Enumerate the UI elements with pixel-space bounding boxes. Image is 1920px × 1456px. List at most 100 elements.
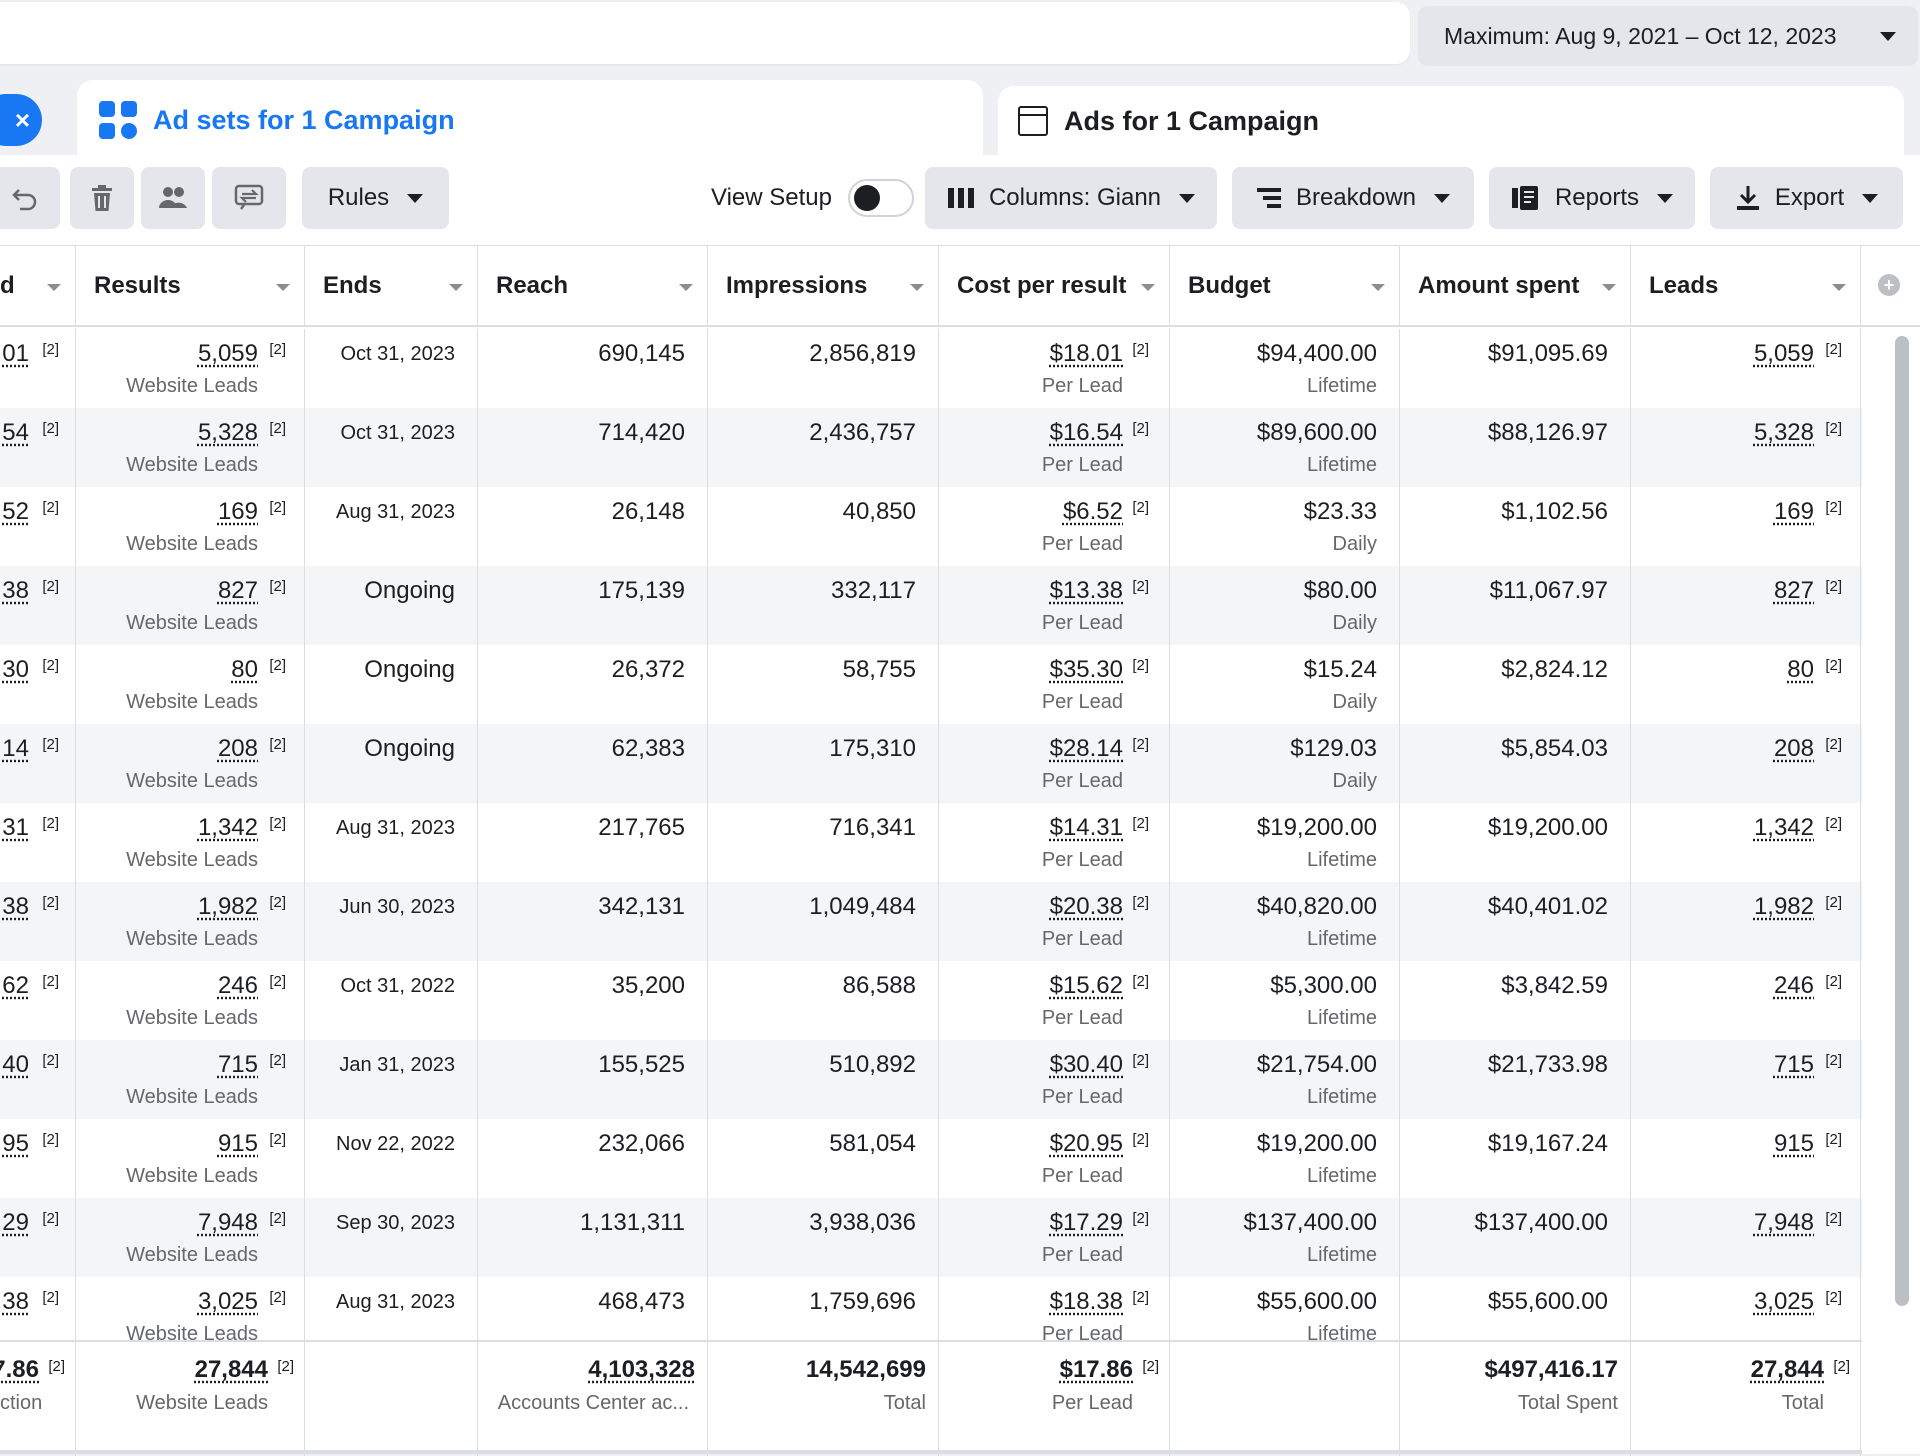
footnote-marker[interactable]: [2] [1132, 420, 1149, 437]
total-leads[interactable]: 27,844 [1751, 1356, 1824, 1384]
footnote-marker[interactable]: [2] [42, 341, 59, 358]
footnote-marker[interactable]: [2] [42, 815, 59, 832]
table-row[interactable]: 14 [2] 208 [2] Website Leads Ongoing 62,383 175… [0, 724, 1862, 803]
leads-value[interactable]: 915 [1774, 1130, 1814, 1158]
table-row[interactable]: 38 [2] 1,982 [2] Website Leads Jun 30, 2023 34… [0, 882, 1862, 961]
results-value[interactable]: 3,025 [198, 1288, 258, 1316]
footnote-marker[interactable]: [2] [269, 1052, 286, 1069]
footnote-marker[interactable]: [2] [269, 420, 286, 437]
table-row[interactable]: 62 [2] 246 [2] Website Leads Oct 31, 2022 35,2… [0, 961, 1862, 1040]
table-row[interactable]: 40 [2] 715 [2] Website Leads Jan 31, 2023 155,… [0, 1040, 1862, 1119]
leads-value[interactable]: 1,982 [1754, 893, 1814, 921]
footnote-marker[interactable]: [2] [1132, 578, 1149, 595]
reports-button[interactable]: Reports [1489, 167, 1695, 229]
results-value[interactable]: 208 [218, 735, 258, 763]
footnote-marker[interactable]: [2] [48, 1358, 65, 1375]
cost-per-lead-value[interactable]: 30 [2, 656, 29, 684]
cost-per-lead-value[interactable]: 01 [2, 340, 29, 368]
vertical-scrollbar[interactable] [1895, 336, 1909, 1306]
cost-per-lead-value[interactable]: 31 [2, 814, 29, 842]
footnote-marker[interactable]: [2] [269, 973, 286, 990]
footnote-marker[interactable]: [2] [269, 1289, 286, 1306]
total-results[interactable]: 27,844 [195, 1356, 268, 1384]
footnote-marker[interactable]: [2] [42, 894, 59, 911]
column-header[interactable]: Budget [1170, 246, 1400, 326]
footnote-marker[interactable]: [2] [42, 578, 59, 595]
footnote-marker[interactable]: [2] [1825, 657, 1842, 674]
table-row[interactable]: 30 [2] 80 [2] Website Leads Ongoing 26,372 58,7… [0, 645, 1862, 724]
results-value[interactable]: 5,328 [198, 419, 258, 447]
leads-value[interactable]: 208 [1774, 735, 1814, 763]
undo-button[interactable] [0, 167, 60, 229]
table-row[interactable]: 38 [2] 827 [2] Website Leads Ongoing 175,139 33… [0, 566, 1862, 645]
cost-per-result-value[interactable]: $18.01 [1050, 340, 1123, 368]
results-value[interactable]: 80 [231, 656, 258, 684]
results-value[interactable]: 246 [218, 972, 258, 1000]
column-header[interactable]: Reach [478, 246, 708, 326]
cost-per-lead-value[interactable]: 95 [2, 1130, 29, 1158]
column-header[interactable]: Results [76, 246, 305, 326]
footnote-marker[interactable]: [2] [269, 341, 286, 358]
leads-value[interactable]: 827 [1774, 577, 1814, 605]
footnote-marker[interactable]: [2] [42, 1210, 59, 1227]
results-value[interactable]: 1,342 [198, 814, 258, 842]
leads-value[interactable]: 5,059 [1754, 340, 1814, 368]
cost-per-result-value[interactable]: $20.38 [1050, 893, 1123, 921]
export-button[interactable]: Export [1710, 167, 1903, 229]
results-value[interactable]: 1,982 [198, 893, 258, 921]
cost-per-result-value[interactable]: $6.52 [1063, 498, 1123, 526]
footnote-marker[interactable]: [2] [269, 736, 286, 753]
footnote-marker[interactable]: [2] [42, 1289, 59, 1306]
footnote-marker[interactable]: [2] [1132, 1210, 1149, 1227]
cost-per-lead-value[interactable]: 38 [2, 1288, 29, 1316]
close-filter-button[interactable]: × [0, 94, 42, 146]
cost-per-result-value[interactable]: $16.54 [1050, 419, 1123, 447]
cost-per-result-value[interactable]: $17.29 [1050, 1209, 1123, 1237]
column-header[interactable]: Ends [305, 246, 478, 326]
footnote-marker[interactable]: [2] [1132, 499, 1149, 516]
footnote-marker[interactable]: [2] [1825, 1210, 1842, 1227]
results-value[interactable]: 5,059 [198, 340, 258, 368]
results-value[interactable]: 827 [218, 577, 258, 605]
table-row[interactable]: 01 [2] 5,059 [2] Website Leads Oct 31, 2023 69… [0, 329, 1862, 408]
column-header[interactable]: Impressions [708, 246, 939, 326]
footnote-marker[interactable]: [2] [269, 894, 286, 911]
leads-value[interactable]: 715 [1774, 1051, 1814, 1079]
total-reach[interactable]: 4,103,328 [588, 1356, 695, 1384]
column-header[interactable]: Amount spent [1400, 246, 1631, 326]
cost-per-result-value[interactable]: $14.31 [1050, 814, 1123, 842]
footnote-marker[interactable]: [2] [1132, 1289, 1149, 1306]
audience-button[interactable] [141, 167, 205, 229]
footnote-marker[interactable]: [2] [42, 973, 59, 990]
footnote-marker[interactable]: [2] [269, 657, 286, 674]
table-row[interactable]: 31 [2] 1,342 [2] Website Leads Aug 31, 2023 21… [0, 803, 1862, 882]
footnote-marker[interactable]: [2] [1132, 973, 1149, 990]
table-row[interactable]: 54 [2] 5,328 [2] Website Leads Oct 31, 2023 71… [0, 408, 1862, 487]
footnote-marker[interactable]: [2] [269, 499, 286, 516]
leads-value[interactable]: 3,025 [1754, 1288, 1814, 1316]
footnote-marker[interactable]: [2] [1825, 1131, 1842, 1148]
cost-per-result-value[interactable]: $18.38 [1050, 1288, 1123, 1316]
leads-value[interactable]: 7,948 [1754, 1209, 1814, 1237]
footnote-marker[interactable]: [2] [269, 815, 286, 832]
column-header[interactable]: d [0, 246, 76, 326]
footnote-marker[interactable]: [2] [1132, 815, 1149, 832]
footnote-marker[interactable]: [2] [1132, 1052, 1149, 1069]
table-row[interactable]: 29 [2] 7,948 [2] Website Leads Sep 30, 2023 1,… [0, 1198, 1862, 1277]
breakdown-button[interactable]: Breakdown [1232, 167, 1474, 229]
leads-value[interactable]: 169 [1774, 498, 1814, 526]
footnote-marker[interactable]: [2] [1132, 894, 1149, 911]
date-range-picker[interactable]: Maximum: Aug 9, 2021 – Oct 12, 2023 [1418, 6, 1918, 66]
footnote-marker[interactable]: [2] [42, 657, 59, 674]
footnote-marker[interactable]: [2] [1132, 736, 1149, 753]
footnote-marker[interactable]: [2] [42, 1131, 59, 1148]
footnote-marker[interactable]: [2] [277, 1358, 294, 1375]
view-setup-toggle[interactable] [847, 179, 914, 217]
footnote-marker[interactable]: [2] [1142, 1358, 1159, 1375]
footnote-marker[interactable]: [2] [1825, 1289, 1842, 1306]
footnote-marker[interactable]: [2] [269, 1210, 286, 1227]
footnote-marker[interactable]: [2] [1825, 341, 1842, 358]
cost-per-result-value[interactable]: $20.95 [1050, 1130, 1123, 1158]
results-value[interactable]: 7,948 [198, 1209, 258, 1237]
footnote-marker[interactable]: [2] [1833, 1358, 1850, 1375]
